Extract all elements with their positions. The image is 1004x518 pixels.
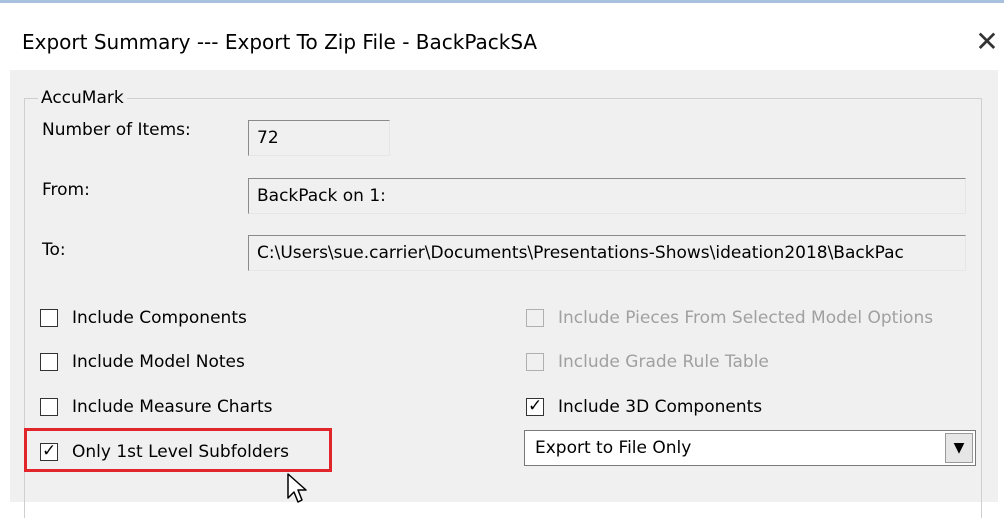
checkbox-box[interactable]: ✓ [526, 396, 544, 416]
from-label: From: [42, 180, 90, 200]
mouse-cursor-icon [287, 473, 307, 503]
checkbox-label: Include Pieces From Selected Model Optio… [558, 308, 934, 328]
include-3d-components-checkbox[interactable]: ✓ Include 3D Components [526, 395, 762, 419]
groupbox-label: AccuMark [38, 88, 127, 108]
to-field: C:\Users\sue.carrier\Documents\Presentat… [248, 235, 966, 271]
to-label: To: [42, 240, 66, 260]
checkbox-box[interactable] [40, 309, 58, 327]
window-title: Export Summary --- Export To Zip File - … [22, 30, 538, 54]
from-field: BackPack on 1: [248, 178, 966, 214]
export-mode-select[interactable]: Export to File Only ▼ [524, 430, 976, 466]
include-pieces-from-model-options-checkbox: Include Pieces From Selected Model Optio… [526, 306, 933, 330]
checkbox-label: Include Grade Rule Table [558, 352, 769, 372]
checkbox-label: Include Measure Charts [72, 397, 273, 417]
highlight-annotation [24, 428, 332, 472]
close-icon[interactable]: ✕ [972, 24, 1002, 60]
window-top-border [0, 0, 1004, 3]
checkmark-icon: ✓ [528, 396, 543, 416]
export-mode-value: Export to File Only [535, 438, 692, 458]
checkbox-box[interactable] [40, 398, 58, 416]
include-grade-rule-table-checkbox: Include Grade Rule Table [526, 350, 769, 374]
include-model-notes-checkbox[interactable]: Include Model Notes [40, 350, 245, 374]
dialog-body: AccuMark Number of Items: 72 From: BackP… [10, 70, 998, 518]
dropdown-arrow-icon[interactable]: ▼ [945, 433, 973, 463]
number-of-items-label: Number of Items: [42, 120, 191, 140]
checkbox-box[interactable] [40, 353, 58, 371]
checkbox-label: Include 3D Components [558, 397, 763, 417]
number-of-items-field: 72 [248, 120, 390, 156]
checkbox-box [526, 309, 544, 327]
include-components-checkbox[interactable]: Include Components [40, 306, 247, 330]
checkbox-box [526, 353, 544, 371]
checkbox-label: Include Model Notes [72, 352, 245, 372]
checkbox-label: Include Components [72, 308, 247, 328]
include-measure-charts-checkbox[interactable]: Include Measure Charts [40, 395, 273, 419]
